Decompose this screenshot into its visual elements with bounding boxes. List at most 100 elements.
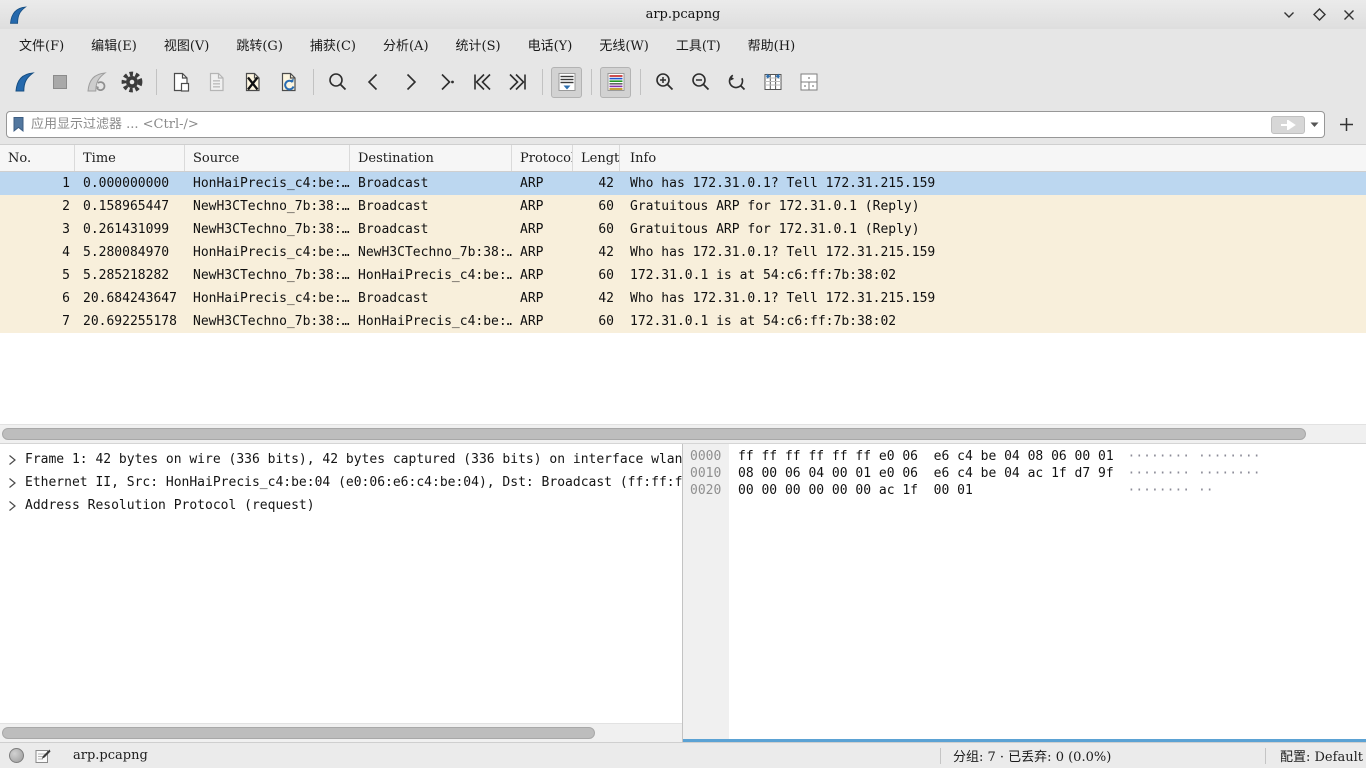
close-icon[interactable] — [1342, 8, 1356, 22]
menu-view[interactable]: 视图(V) — [155, 31, 219, 58]
hex-row[interactable]: ff ff ff ff ff ff e0 06 e6 c4 be 04 08 0… — [729, 449, 1366, 466]
layout-icon[interactable] — [793, 67, 824, 98]
start-capture-icon[interactable] — [8, 67, 39, 98]
expand-chevron-icon[interactable] — [8, 477, 18, 489]
packet-cell-time: 5.280084970 — [75, 241, 185, 264]
zoom-reset-icon[interactable] — [721, 67, 752, 98]
packet-cell-source: HonHaiPrecis_c4:be:… — [185, 241, 350, 264]
hex-ascii[interactable]: ········ ········ — [1128, 466, 1261, 483]
go-forward-icon[interactable] — [394, 67, 425, 98]
menu-help[interactable]: 帮助(H) — [739, 31, 804, 58]
apply-filter-icon[interactable] — [1271, 116, 1305, 134]
packet-cell-no: 4 — [0, 241, 75, 264]
hex-bytes[interactable]: 00 00 00 00 00 00 ac 1f 00 01 — [738, 483, 1122, 500]
packet-cell-no: 6 — [0, 287, 75, 310]
bookmark-icon[interactable] — [12, 116, 25, 133]
hex-row[interactable]: 08 00 06 04 00 01 e0 06 e6 c4 be 04 ac 1… — [729, 466, 1366, 483]
open-file-icon[interactable] — [165, 67, 196, 98]
maximize-icon[interactable] — [1312, 8, 1326, 22]
column-header-protocol[interactable]: Protocol — [512, 145, 573, 171]
capture-options-icon[interactable] — [116, 67, 147, 98]
detail-text: Frame 1: 42 bytes on wire (336 bits), 42… — [25, 452, 682, 467]
packet-row[interactable]: 55.285218282NewH3CTechno_7b:38:…HonHaiPr… — [0, 264, 1366, 287]
capture-comment-icon[interactable] — [35, 748, 51, 764]
column-header-info[interactable]: Info — [620, 145, 1366, 171]
hex-ascii[interactable]: ········ ········ — [1128, 449, 1261, 466]
packet-row[interactable]: 45.280084970HonHaiPrecis_c4:be:…NewH3CTe… — [0, 241, 1366, 264]
zoom-in-icon[interactable] — [649, 67, 680, 98]
hex-ascii[interactable]: ········ ·· — [1128, 483, 1214, 500]
packet-cell-destination: HonHaiPrecis_c4:be:… — [350, 264, 512, 287]
reload-file-icon[interactable] — [273, 67, 304, 98]
filter-dropdown-caret-icon[interactable] — [1310, 122, 1320, 128]
packet-row[interactable]: 30.261431099NewH3CTechno_7b:38:…Broadcas… — [0, 218, 1366, 241]
go-first-packet-icon[interactable] — [466, 67, 497, 98]
packet-row[interactable]: 20.158965447NewH3CTechno_7b:38:…Broadcas… — [0, 195, 1366, 218]
menu-telephony[interactable]: 电话(Y) — [519, 31, 582, 58]
packet-cell-length: 60 — [573, 264, 620, 287]
go-last-packet-icon[interactable] — [502, 67, 533, 98]
colorize-toggle-icon[interactable] — [600, 67, 631, 98]
hex-row[interactable]: 00 00 00 00 00 00 ac 1f 00 01 ········ ·· — [729, 483, 1366, 500]
packet-cell-destination: Broadcast — [350, 287, 512, 310]
status-bar: arp.pcapng 分组: 7 · 已丢弃: 0 (0.0%) 配置: Def… — [0, 742, 1366, 768]
add-filter-button-icon[interactable] — [1334, 113, 1358, 137]
expand-chevron-icon[interactable] — [8, 500, 18, 512]
status-filename[interactable]: arp.pcapng — [73, 748, 148, 763]
packet-cell-source: HonHaiPrecis_c4:be:… — [185, 172, 350, 195]
packet-cell-length: 42 — [573, 172, 620, 195]
close-file-icon[interactable] — [237, 67, 268, 98]
auto-scroll-toggle-icon[interactable] — [551, 67, 582, 98]
column-header-length[interactable]: Length — [573, 145, 620, 171]
packet-details-pane: Frame 1: 42 bytes on wire (336 bits), 42… — [0, 444, 683, 742]
restart-capture-icon[interactable] — [80, 67, 111, 98]
zoom-out-icon[interactable] — [685, 67, 716, 98]
go-to-packet-icon[interactable] — [430, 67, 461, 98]
save-file-icon[interactable] — [201, 67, 232, 98]
packet-cell-protocol: ARP — [512, 241, 573, 264]
menu-edit[interactable]: 编辑(E) — [82, 31, 146, 58]
packet-cell-destination: Broadcast — [350, 195, 512, 218]
menu-wireless[interactable]: 无线(W) — [590, 31, 658, 58]
column-header-no[interactable]: No. — [0, 145, 75, 171]
menu-go[interactable]: 跳转(G) — [227, 31, 292, 58]
packet-cell-no: 5 — [0, 264, 75, 287]
menu-capture[interactable]: 捕获(C) — [301, 31, 365, 58]
go-back-icon[interactable] — [358, 67, 389, 98]
scrollbar-thumb[interactable] — [2, 727, 595, 739]
status-profile[interactable]: 配置: Default — [1280, 746, 1363, 765]
hex-bytes[interactable]: ff ff ff ff ff ff e0 06 e6 c4 be 04 08 0… — [738, 449, 1122, 466]
menu-tools[interactable]: 工具(T) — [667, 31, 730, 58]
menu-file[interactable]: 文件(F) — [10, 31, 73, 58]
menu-statistics[interactable]: 统计(S) — [447, 31, 510, 58]
stop-capture-icon[interactable] — [44, 67, 75, 98]
packet-row[interactable]: 10.000000000HonHaiPrecis_c4:be:…Broadcas… — [0, 172, 1366, 195]
minimize-icon[interactable] — [1282, 8, 1296, 22]
find-packet-icon[interactable] — [322, 67, 353, 98]
hex-bytes[interactable]: 08 00 06 04 00 01 e0 06 e6 c4 be 04 ac 1… — [738, 466, 1122, 483]
packet-row[interactable]: 720.692255178NewH3CTechno_7b:38:…HonHaiP… — [0, 310, 1366, 333]
details-hscrollbar[interactable] — [0, 723, 682, 742]
packet-cell-no: 1 — [0, 172, 75, 195]
display-filter-input[interactable] — [25, 117, 1271, 132]
display-filter-field[interactable] — [6, 111, 1325, 138]
packet-cell-source: NewH3CTechno_7b:38:… — [185, 195, 350, 218]
detail-tree-item[interactable]: Ethernet II, Src: HonHaiPrecis_c4:be:04 … — [0, 471, 682, 494]
packet-row[interactable]: 620.684243647HonHaiPrecis_c4:be:…Broadca… — [0, 287, 1366, 310]
hex-dump: ff ff ff ff ff ff e0 06 e6 c4 be 04 08 0… — [729, 444, 1366, 742]
packet-list-hscrollbar[interactable] — [0, 424, 1366, 443]
detail-tree-item[interactable]: Frame 1: 42 bytes on wire (336 bits), 42… — [0, 448, 682, 471]
expert-info-icon[interactable] — [9, 748, 24, 763]
column-header-destination[interactable]: Destination — [350, 145, 512, 171]
packet-list-header: No. Time Source Destination Protocol Len… — [0, 145, 1366, 172]
packet-cell-no: 2 — [0, 195, 75, 218]
column-header-time[interactable]: Time — [75, 145, 185, 171]
resize-columns-icon[interactable] — [757, 67, 788, 98]
packet-bytes-pane: 000000100020 ff ff ff ff ff ff e0 06 e6 … — [683, 444, 1366, 742]
expand-chevron-icon[interactable] — [8, 454, 18, 466]
menu-analyze[interactable]: 分析(A) — [374, 31, 438, 58]
detail-tree-item[interactable]: Address Resolution Protocol (request) — [0, 494, 682, 517]
scrollbar-thumb[interactable] — [2, 428, 1306, 440]
packet-cell-source: NewH3CTechno_7b:38:… — [185, 264, 350, 287]
column-header-source[interactable]: Source — [185, 145, 350, 171]
